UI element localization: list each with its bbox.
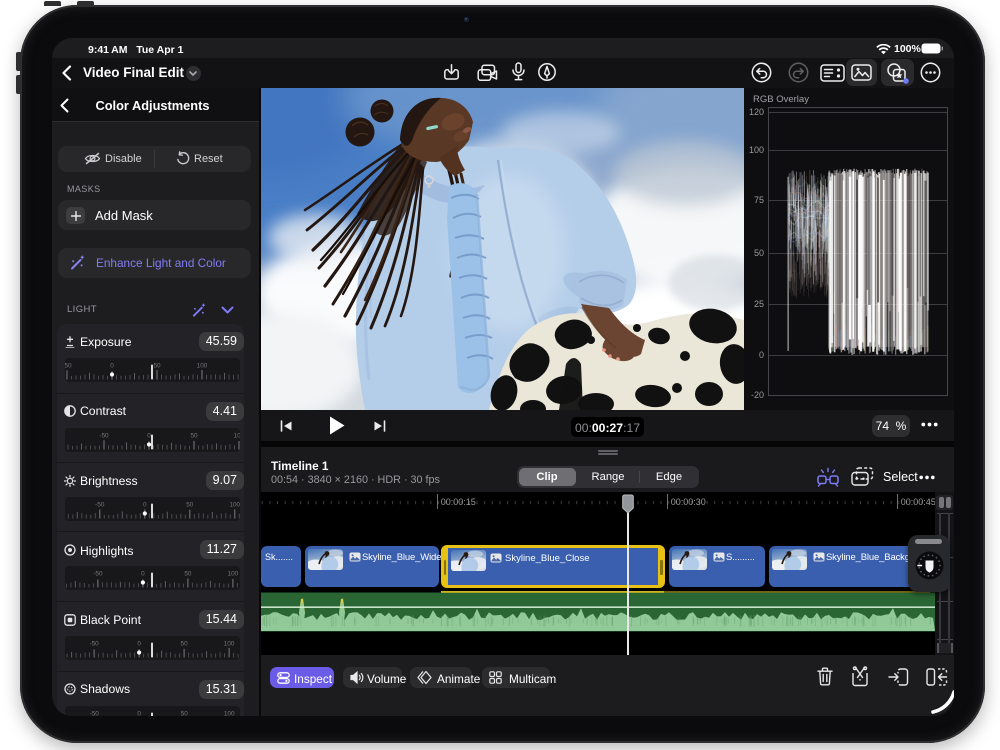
svg-text:0: 0	[137, 641, 141, 648]
svg-text:-50: -50	[93, 571, 103, 578]
svg-text:0: 0	[147, 433, 151, 440]
svg-text:-50: -50	[99, 433, 109, 440]
svg-text:0: 0	[110, 363, 114, 370]
svg-text:0: 0	[141, 571, 145, 578]
svg-text:-50: -50	[65, 363, 72, 370]
svg-text:0: 0	[137, 711, 141, 717]
svg-text:100: 100	[234, 433, 240, 440]
svg-text:-50: -50	[89, 641, 99, 648]
svg-text:-50: -50	[95, 502, 105, 509]
svg-text:100: 100	[224, 711, 235, 717]
svg-text:100: 100	[228, 571, 239, 578]
svg-text:50: 50	[190, 433, 198, 440]
svg-text:50: 50	[181, 641, 189, 648]
svg-text:50: 50	[181, 711, 189, 717]
svg-text:0: 0	[143, 502, 147, 509]
svg-text:100: 100	[224, 641, 235, 648]
svg-text:50: 50	[153, 363, 161, 370]
svg-text:100: 100	[197, 363, 208, 370]
svg-text:50: 50	[184, 571, 192, 578]
svg-text:100: 100	[229, 502, 240, 509]
svg-text:50: 50	[186, 502, 194, 509]
svg-text:-50: -50	[90, 711, 100, 717]
